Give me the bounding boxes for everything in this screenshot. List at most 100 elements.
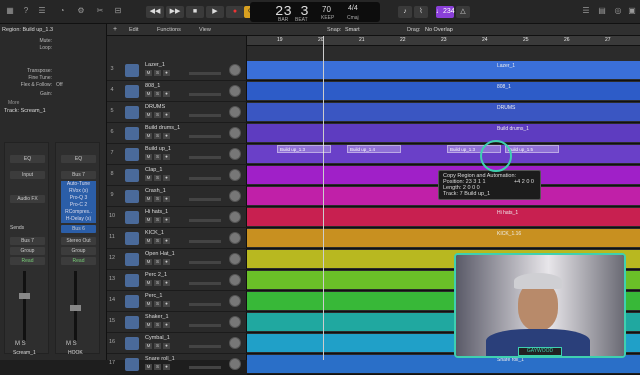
volume-slider[interactable] bbox=[189, 72, 221, 75]
automation-mode[interactable]: Read bbox=[61, 257, 96, 265]
key-signature[interactable]: Cmaj bbox=[347, 15, 359, 21]
more-disclosure[interactable]: More bbox=[8, 100, 19, 106]
track-lane[interactable]: KICK_1.16 bbox=[247, 228, 640, 249]
track-lane[interactable]: Hi hats_1 bbox=[247, 207, 640, 228]
mute-button[interactable]: M bbox=[145, 91, 152, 97]
volume-slider[interactable] bbox=[189, 282, 221, 285]
pan-knob[interactable] bbox=[229, 316, 241, 328]
track-header[interactable]: 10 Hi hats_1 M S ● bbox=[107, 207, 247, 228]
replace-icon[interactable]: ⌇ bbox=[414, 6, 428, 18]
editors-icon[interactable]: ⊟ bbox=[112, 5, 124, 17]
time-signature[interactable]: 4/4 bbox=[348, 5, 358, 12]
track-header[interactable]: 11 KICK_1 M S ● bbox=[107, 228, 247, 249]
solo-button[interactable]: S bbox=[154, 322, 161, 328]
record-enable-button[interactable]: ● bbox=[163, 70, 170, 76]
track-name[interactable]: Clap_1 bbox=[145, 167, 162, 173]
record-enable-button[interactable]: ● bbox=[163, 154, 170, 160]
automation-mode[interactable]: Read bbox=[10, 257, 45, 265]
plugin-slot[interactable]: RCompres.. bbox=[61, 209, 96, 216]
forward-button[interactable]: ▶▶ bbox=[166, 6, 184, 18]
volume-slider[interactable] bbox=[189, 135, 221, 138]
mute-button[interactable]: M bbox=[145, 133, 152, 139]
inspector-loop-row[interactable]: Loop: bbox=[4, 45, 102, 52]
volume-slider[interactable] bbox=[189, 303, 221, 306]
inspector-mute-row[interactable]: Mute: bbox=[4, 38, 102, 45]
plugin-slot[interactable]: H-Delay (s) bbox=[61, 216, 96, 223]
play-button[interactable]: ▶ bbox=[206, 6, 224, 18]
track-name[interactable]: Lazer_1 bbox=[145, 62, 165, 68]
track-name[interactable]: 808_1 bbox=[145, 83, 160, 89]
scissors-icon[interactable]: ✂ bbox=[94, 5, 106, 17]
plugin-slot[interactable]: Pro-Q 3 bbox=[61, 195, 96, 202]
mute-button[interactable]: M bbox=[145, 322, 152, 328]
solo-button[interactable]: S bbox=[154, 238, 161, 244]
inspector-fine-tune-row[interactable]: Fine Tune: bbox=[4, 75, 102, 82]
mute-button[interactable]: M bbox=[145, 112, 152, 118]
region[interactable] bbox=[247, 103, 640, 121]
solo-button[interactable]: S bbox=[154, 154, 161, 160]
solo-button[interactable]: S bbox=[154, 259, 161, 265]
output-slot[interactable]: Bus 7 bbox=[10, 237, 45, 245]
inspector-transpose-row[interactable]: Transpose: bbox=[4, 68, 102, 75]
ruler[interactable]: 19 20 21 22 23 24 25 26 27 bbox=[247, 36, 640, 46]
record-enable-button[interactable]: ● bbox=[163, 112, 170, 118]
track-name[interactable]: Open Hat_1 bbox=[145, 251, 175, 257]
track-name[interactable]: Cymbal_1 bbox=[145, 335, 170, 341]
build-up-region[interactable]: Build up_1.3 bbox=[277, 145, 331, 153]
pan-knob[interactable] bbox=[229, 106, 241, 118]
pan-knob[interactable] bbox=[229, 190, 241, 202]
edit-menu[interactable]: Edit bbox=[129, 27, 138, 33]
track-header[interactable]: 7 Build up_1 M S ● bbox=[107, 144, 247, 165]
smart-controls-icon[interactable]: ◔ bbox=[56, 5, 68, 17]
build-up-region[interactable]: Build up_1.4 bbox=[347, 145, 401, 153]
record-enable-button[interactable]: ● bbox=[163, 322, 170, 328]
volume-slider[interactable] bbox=[189, 261, 221, 264]
eq-button[interactable]: EQ bbox=[10, 155, 45, 163]
help-icon[interactable]: ? bbox=[20, 5, 32, 17]
record-enable-button[interactable]: ● bbox=[163, 133, 170, 139]
functions-menu[interactable]: Functions bbox=[157, 27, 181, 33]
send-slot[interactable]: Bus 6 bbox=[61, 225, 96, 233]
track-header[interactable]: 5 DRUMS M S ● bbox=[107, 102, 247, 123]
track-lane[interactable]: Lazer_1 bbox=[247, 60, 640, 81]
track-name[interactable]: Perc 2_1 bbox=[145, 272, 167, 278]
track-header[interactable]: 15 Shaker_1 M S ● bbox=[107, 312, 247, 333]
solo-button[interactable]: S bbox=[154, 343, 161, 349]
record-enable-button[interactable]: ● bbox=[163, 196, 170, 202]
solo-button[interactable]: S bbox=[154, 70, 161, 76]
track-header[interactable]: 12 Open Hat_1 M S ● bbox=[107, 249, 247, 270]
record-enable-button[interactable]: ● bbox=[163, 343, 170, 349]
pan-knob[interactable] bbox=[229, 148, 241, 160]
track-name[interactable]: Shaker_1 bbox=[145, 314, 169, 320]
record-enable-button[interactable]: ● bbox=[163, 91, 170, 97]
pan-knob[interactable] bbox=[229, 337, 241, 349]
mute-button[interactable]: M bbox=[145, 175, 152, 181]
track-name[interactable]: Build up_1 bbox=[145, 146, 171, 152]
plugin-slot[interactable]: Auto-Tune bbox=[61, 181, 96, 188]
mixer-icon[interactable]: ⚙ bbox=[75, 5, 87, 17]
count-in-button[interactable]: ♩234 bbox=[436, 6, 455, 18]
track-header[interactable]: 3 Lazer_1 M S ● bbox=[107, 60, 247, 81]
volume-slider[interactable] bbox=[189, 114, 221, 117]
track-inspector-header[interactable]: Track: Scream_1 bbox=[4, 108, 46, 114]
volume-slider[interactable] bbox=[189, 156, 221, 159]
pan-knob[interactable] bbox=[229, 274, 241, 286]
track-name[interactable]: Crash_1 bbox=[145, 188, 166, 194]
mute-button[interactable]: M bbox=[145, 154, 152, 160]
volume-slider[interactable] bbox=[189, 366, 221, 369]
solo-button[interactable]: S bbox=[154, 112, 161, 118]
solo-button[interactable]: S bbox=[154, 196, 161, 202]
volume-slider[interactable] bbox=[189, 219, 221, 222]
drag-select[interactable]: No Overlap bbox=[425, 27, 453, 33]
record-enable-button[interactable]: ● bbox=[163, 280, 170, 286]
group-slot[interactable]: Group bbox=[10, 247, 45, 255]
track-name[interactable]: Build drums_1 bbox=[145, 125, 180, 131]
loop-browser-icon[interactable]: ◎ bbox=[612, 5, 624, 17]
track-header[interactable]: 4 808_1 M S ● bbox=[107, 81, 247, 102]
volume-slider[interactable] bbox=[189, 345, 221, 348]
input-slot[interactable]: Bus 7 bbox=[61, 171, 96, 179]
build-up-region[interactable]: Build up_1.5 bbox=[505, 145, 559, 153]
mute-button[interactable]: M bbox=[145, 217, 152, 223]
track-header[interactable]: 13 Perc 2_1 M S ● bbox=[107, 270, 247, 291]
mute-solo-buttons[interactable]: M S bbox=[15, 341, 26, 347]
